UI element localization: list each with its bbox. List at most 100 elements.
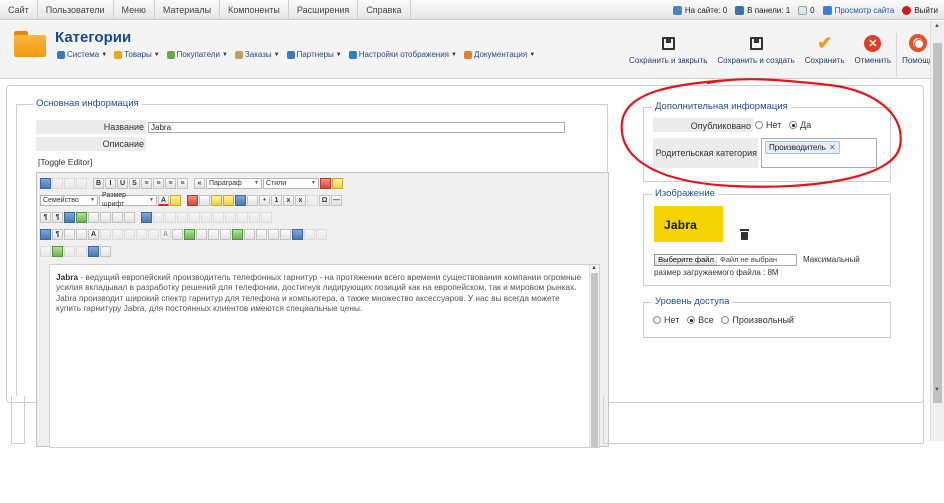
merge-cells-icon[interactable] — [261, 211, 272, 223]
view-site-label[interactable]: Просмотр сайта — [835, 6, 895, 15]
align-left-icon[interactable]: ≡ — [141, 177, 152, 189]
delete-row-icon[interactable] — [213, 211, 224, 223]
save-close-button[interactable]: Сохранить и закрыть — [624, 33, 712, 65]
font-family-select[interactable]: Семейство ▼ — [40, 194, 98, 206]
horizontal-rule-icon[interactable]: — — [331, 194, 342, 206]
table-props-icon[interactable] — [153, 211, 164, 223]
superscript-icon[interactable]: x — [295, 194, 306, 206]
table-icon[interactable] — [141, 211, 152, 223]
input-icon[interactable] — [244, 228, 255, 240]
visual-chars-icon[interactable] — [40, 245, 51, 257]
editor-content-area[interactable]: Jabra - ведущий европейский производител… — [49, 264, 600, 448]
access-custom-radio[interactable] — [721, 316, 730, 325]
copy-icon[interactable] — [199, 194, 210, 206]
spellcheck-icon[interactable] — [232, 228, 243, 240]
published-yes-radio[interactable] — [789, 121, 798, 130]
link-icon[interactable] — [196, 228, 207, 240]
text-color-icon[interactable]: A — [158, 194, 169, 206]
template-insert-icon[interactable] — [76, 245, 87, 257]
submenu-products[interactable]: Товары ▼ — [114, 50, 160, 59]
button-icon[interactable] — [280, 228, 291, 240]
bullet-list-icon[interactable]: • — [259, 194, 270, 206]
radio-icon[interactable] — [316, 228, 327, 240]
unlink-icon[interactable] — [208, 228, 219, 240]
indent-icon[interactable] — [307, 194, 318, 206]
remove-tag-icon[interactable]: ✕ — [829, 143, 836, 152]
html-source-icon[interactable] — [88, 245, 99, 257]
cancel-button[interactable]: ✕ Отменить — [850, 33, 897, 65]
submenu-documentation[interactable]: Документация ▼ — [463, 50, 535, 59]
insert-col-icon[interactable] — [225, 211, 236, 223]
font-size-select[interactable]: Размер шрифт ▼ — [99, 192, 157, 208]
menu-menu[interactable]: Меню — [114, 0, 155, 20]
editor-scrollbar[interactable]: ▲ — [589, 265, 599, 447]
page-scroll-up-icon[interactable]: ▲ — [934, 23, 940, 29]
toggle-editor-link[interactable]: [Toggle Editor] — [38, 157, 92, 167]
strikethrough-button[interactable]: S — [129, 177, 140, 189]
menu-extensions[interactable]: Расширения — [289, 0, 359, 20]
editor-scroll-thumb[interactable] — [591, 273, 598, 447]
submenu-customers[interactable]: Покупатели ▼ — [166, 50, 228, 59]
menu-users[interactable]: Пользователи — [38, 0, 114, 20]
trash-icon[interactable] — [740, 229, 749, 240]
replace-icon[interactable] — [124, 211, 135, 223]
image-icon[interactable] — [172, 228, 183, 240]
page-scrollbar[interactable]: ▲ ▼ — [930, 21, 944, 441]
bold-button[interactable]: B — [93, 177, 104, 189]
format-select[interactable]: Параграф ▼ — [206, 177, 262, 189]
ins-icon[interactable] — [148, 228, 159, 240]
choose-file-button[interactable]: Выберите файл — [654, 254, 718, 266]
row-props-icon[interactable] — [165, 211, 176, 223]
new-document-icon[interactable] — [52, 177, 63, 189]
align-right-icon[interactable]: ≡ — [165, 177, 176, 189]
logout-link[interactable]: Выйти — [902, 5, 938, 15]
access-all-radio[interactable] — [687, 316, 696, 325]
select-all-icon[interactable] — [247, 194, 258, 206]
highlight-color-icon[interactable] — [170, 194, 181, 206]
menu-site[interactable]: Сайт — [0, 0, 38, 20]
cut-icon[interactable] — [187, 194, 198, 206]
eraser-icon[interactable] — [320, 177, 331, 189]
select-icon[interactable] — [268, 228, 279, 240]
paste-icon[interactable] — [211, 194, 222, 206]
align-justify-icon[interactable]: ≡ — [177, 177, 188, 189]
logout-label[interactable]: Выйти — [914, 6, 938, 15]
insert-row-before-icon[interactable] — [189, 211, 200, 223]
cleanup-icon[interactable] — [332, 177, 343, 189]
form-icon[interactable] — [292, 228, 303, 240]
style-props-icon[interactable]: A — [88, 228, 99, 240]
non-breaking-icon[interactable] — [52, 245, 63, 257]
delete-col-icon[interactable] — [237, 211, 248, 223]
access-none-radio[interactable] — [653, 316, 661, 325]
checkbox-icon[interactable] — [304, 228, 315, 240]
attribs-icon[interactable]: A — [160, 228, 171, 240]
submenu-display-settings[interactable]: Настройки отображения ▼ — [348, 50, 457, 59]
scroll-up-icon[interactable]: ▲ — [591, 265, 597, 271]
special-char-icon[interactable]: Ω — [319, 194, 330, 206]
date-icon[interactable] — [100, 245, 111, 257]
parent-category-input[interactable]: Производитель ✕ — [761, 138, 877, 168]
del-icon[interactable] — [136, 228, 147, 240]
page-break-icon[interactable] — [64, 245, 75, 257]
submenu-system[interactable]: Система ▼ — [57, 50, 107, 59]
page-scroll-down-icon[interactable]: ▼ — [934, 387, 940, 393]
show-blocks-icon[interactable]: ¶ — [52, 228, 63, 240]
media-icon[interactable] — [184, 228, 195, 240]
messages[interactable]: 0 — [798, 5, 815, 15]
paste-text-icon[interactable] — [223, 194, 234, 206]
submenu-partners[interactable]: Партнеры ▼ — [286, 50, 342, 59]
visual-aid-icon[interactable] — [40, 228, 51, 240]
underline-button[interactable]: U — [117, 177, 128, 189]
view-site-link[interactable]: Просмотр сайта — [822, 5, 895, 15]
insert-row-after-icon[interactable] — [201, 211, 212, 223]
acronym-icon[interactable] — [124, 228, 135, 240]
abbr-icon[interactable] — [112, 228, 123, 240]
align-center-icon[interactable]: ≡ — [153, 177, 164, 189]
page-scroll-thumb[interactable] — [933, 43, 942, 403]
styles-select[interactable]: Стили ▼ — [263, 177, 319, 189]
blockquote-icon[interactable]: « — [194, 177, 205, 189]
paragraph-rtl-icon[interactable]: ¶ — [52, 211, 63, 223]
menu-help[interactable]: Справка — [358, 0, 411, 20]
paste-word-icon[interactable] — [235, 194, 246, 206]
anchor-icon[interactable] — [220, 228, 231, 240]
